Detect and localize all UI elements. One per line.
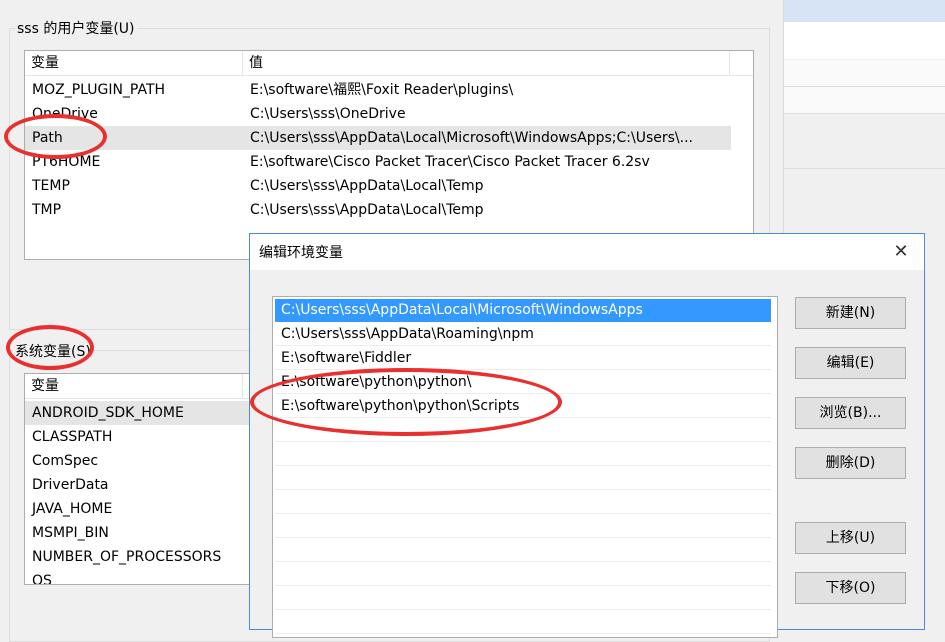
var-name: TEMP — [32, 178, 70, 194]
var-value: C:\Users\sss\AppData\Local\Microsoft\Win… — [250, 130, 693, 146]
move-up-button[interactable]: 上移(U) — [795, 522, 906, 554]
dialog-titlebar[interactable]: 编辑环境变量 ✕ — [250, 234, 924, 270]
edit-button[interactable]: 编辑(E) — [795, 347, 906, 379]
table-row[interactable]: PT6HOME E:\software\Cisco Packet Tracer\… — [25, 150, 753, 174]
empty-list-row[interactable] — [275, 563, 771, 586]
background-window-panel — [784, 22, 945, 59]
var-name: PT6HOME — [32, 154, 101, 170]
path-entries-list[interactable]: C:\Users\sss\AppData\Local\Microsoft\Win… — [272, 296, 778, 638]
list-item[interactable]: E:\software\python\python\ — [275, 371, 771, 394]
empty-list-row[interactable] — [275, 611, 771, 634]
background-window-row — [784, 87, 945, 114]
var-value: E:\software\福熙\Foxit Reader\plugins\ — [250, 82, 514, 98]
var-name: MSMPI_BIN — [32, 525, 109, 541]
empty-list-row[interactable] — [275, 515, 771, 538]
dialog-title: 编辑环境变量 — [259, 245, 343, 261]
delete-button[interactable]: 删除(D) — [795, 447, 906, 479]
browse-button[interactable]: 浏览(B)... — [795, 397, 906, 429]
table-row[interactable]: OneDrive C:\Users\sss\OneDrive — [25, 102, 753, 126]
var-value: C:\Users\sss\AppData\Local\Temp — [250, 178, 484, 194]
list-item[interactable]: C:\Users\sss\AppData\Roaming\npm — [275, 323, 771, 346]
var-name: TMP — [32, 202, 62, 218]
close-icon[interactable]: ✕ — [878, 234, 924, 270]
var-name: CLASSPATH — [32, 429, 113, 445]
empty-list-row[interactable] — [275, 443, 771, 466]
var-name: OS — [32, 573, 52, 585]
table-row[interactable]: MOZ_PLUGIN_PATH E:\software\福熙\Foxit Rea… — [25, 78, 753, 102]
background-window-divider — [784, 168, 945, 169]
var-value: E:\software\Cisco Packet Tracer\Cisco Pa… — [250, 154, 650, 170]
column-header-variable[interactable]: 变量 — [25, 51, 243, 75]
column-header-value[interactable]: 值 — [243, 51, 730, 75]
edit-environment-variable-dialog: 编辑环境变量 ✕ C:\Users\sss\AppData\Local\Micr… — [249, 233, 925, 638]
var-name: NUMBER_OF_PROCESSORS — [32, 549, 222, 565]
background-window-row — [784, 60, 945, 87]
var-name: ComSpec — [32, 453, 99, 469]
column-header-variable[interactable]: 变量 — [25, 374, 243, 398]
system-vars-group-title: 系统变量(S) — [13, 341, 93, 361]
empty-list-row[interactable] — [275, 419, 771, 442]
var-name: MOZ_PLUGIN_PATH — [32, 82, 166, 98]
var-value: C:\Users\sss\AppData\Local\Temp — [250, 202, 484, 218]
list-item[interactable]: E:\software\python\python\Scripts — [275, 395, 771, 418]
var-value: C:\Users\sss\OneDrive — [250, 106, 406, 122]
new-button[interactable]: 新建(N) — [795, 297, 906, 329]
user-vars-list[interactable]: 变量 值 MOZ_PLUGIN_PATH E:\software\福熙\Foxi… — [24, 50, 754, 260]
empty-list-row[interactable] — [275, 587, 771, 610]
empty-list-row[interactable] — [275, 467, 771, 490]
user-vars-group-title: sss 的用户变量(U) — [15, 18, 137, 38]
table-row[interactable]: TMP C:\Users\sss\AppData\Local\Temp — [25, 198, 753, 222]
empty-list-row[interactable] — [275, 491, 771, 514]
move-down-button[interactable]: 下移(O) — [795, 572, 906, 604]
var-name: JAVA_HOME — [32, 501, 113, 517]
list-item[interactable]: C:\Users\sss\AppData\Local\Microsoft\Win… — [275, 299, 771, 322]
var-name: DriverData — [32, 477, 109, 493]
var-name: ANDROID_SDK_HOME — [32, 405, 184, 421]
background-window-band — [784, 0, 945, 22]
var-name: OneDrive — [32, 106, 98, 122]
user-vars-list-header: 变量 值 — [25, 51, 753, 76]
table-row[interactable]: TEMP C:\Users\sss\AppData\Local\Temp — [25, 174, 753, 198]
table-row-path[interactable]: Path C:\Users\sss\AppData\Local\Microsof… — [25, 126, 731, 150]
empty-list-row[interactable] — [275, 539, 771, 562]
list-item[interactable]: E:\software\Fiddler — [275, 347, 771, 370]
var-name: Path — [32, 130, 63, 146]
